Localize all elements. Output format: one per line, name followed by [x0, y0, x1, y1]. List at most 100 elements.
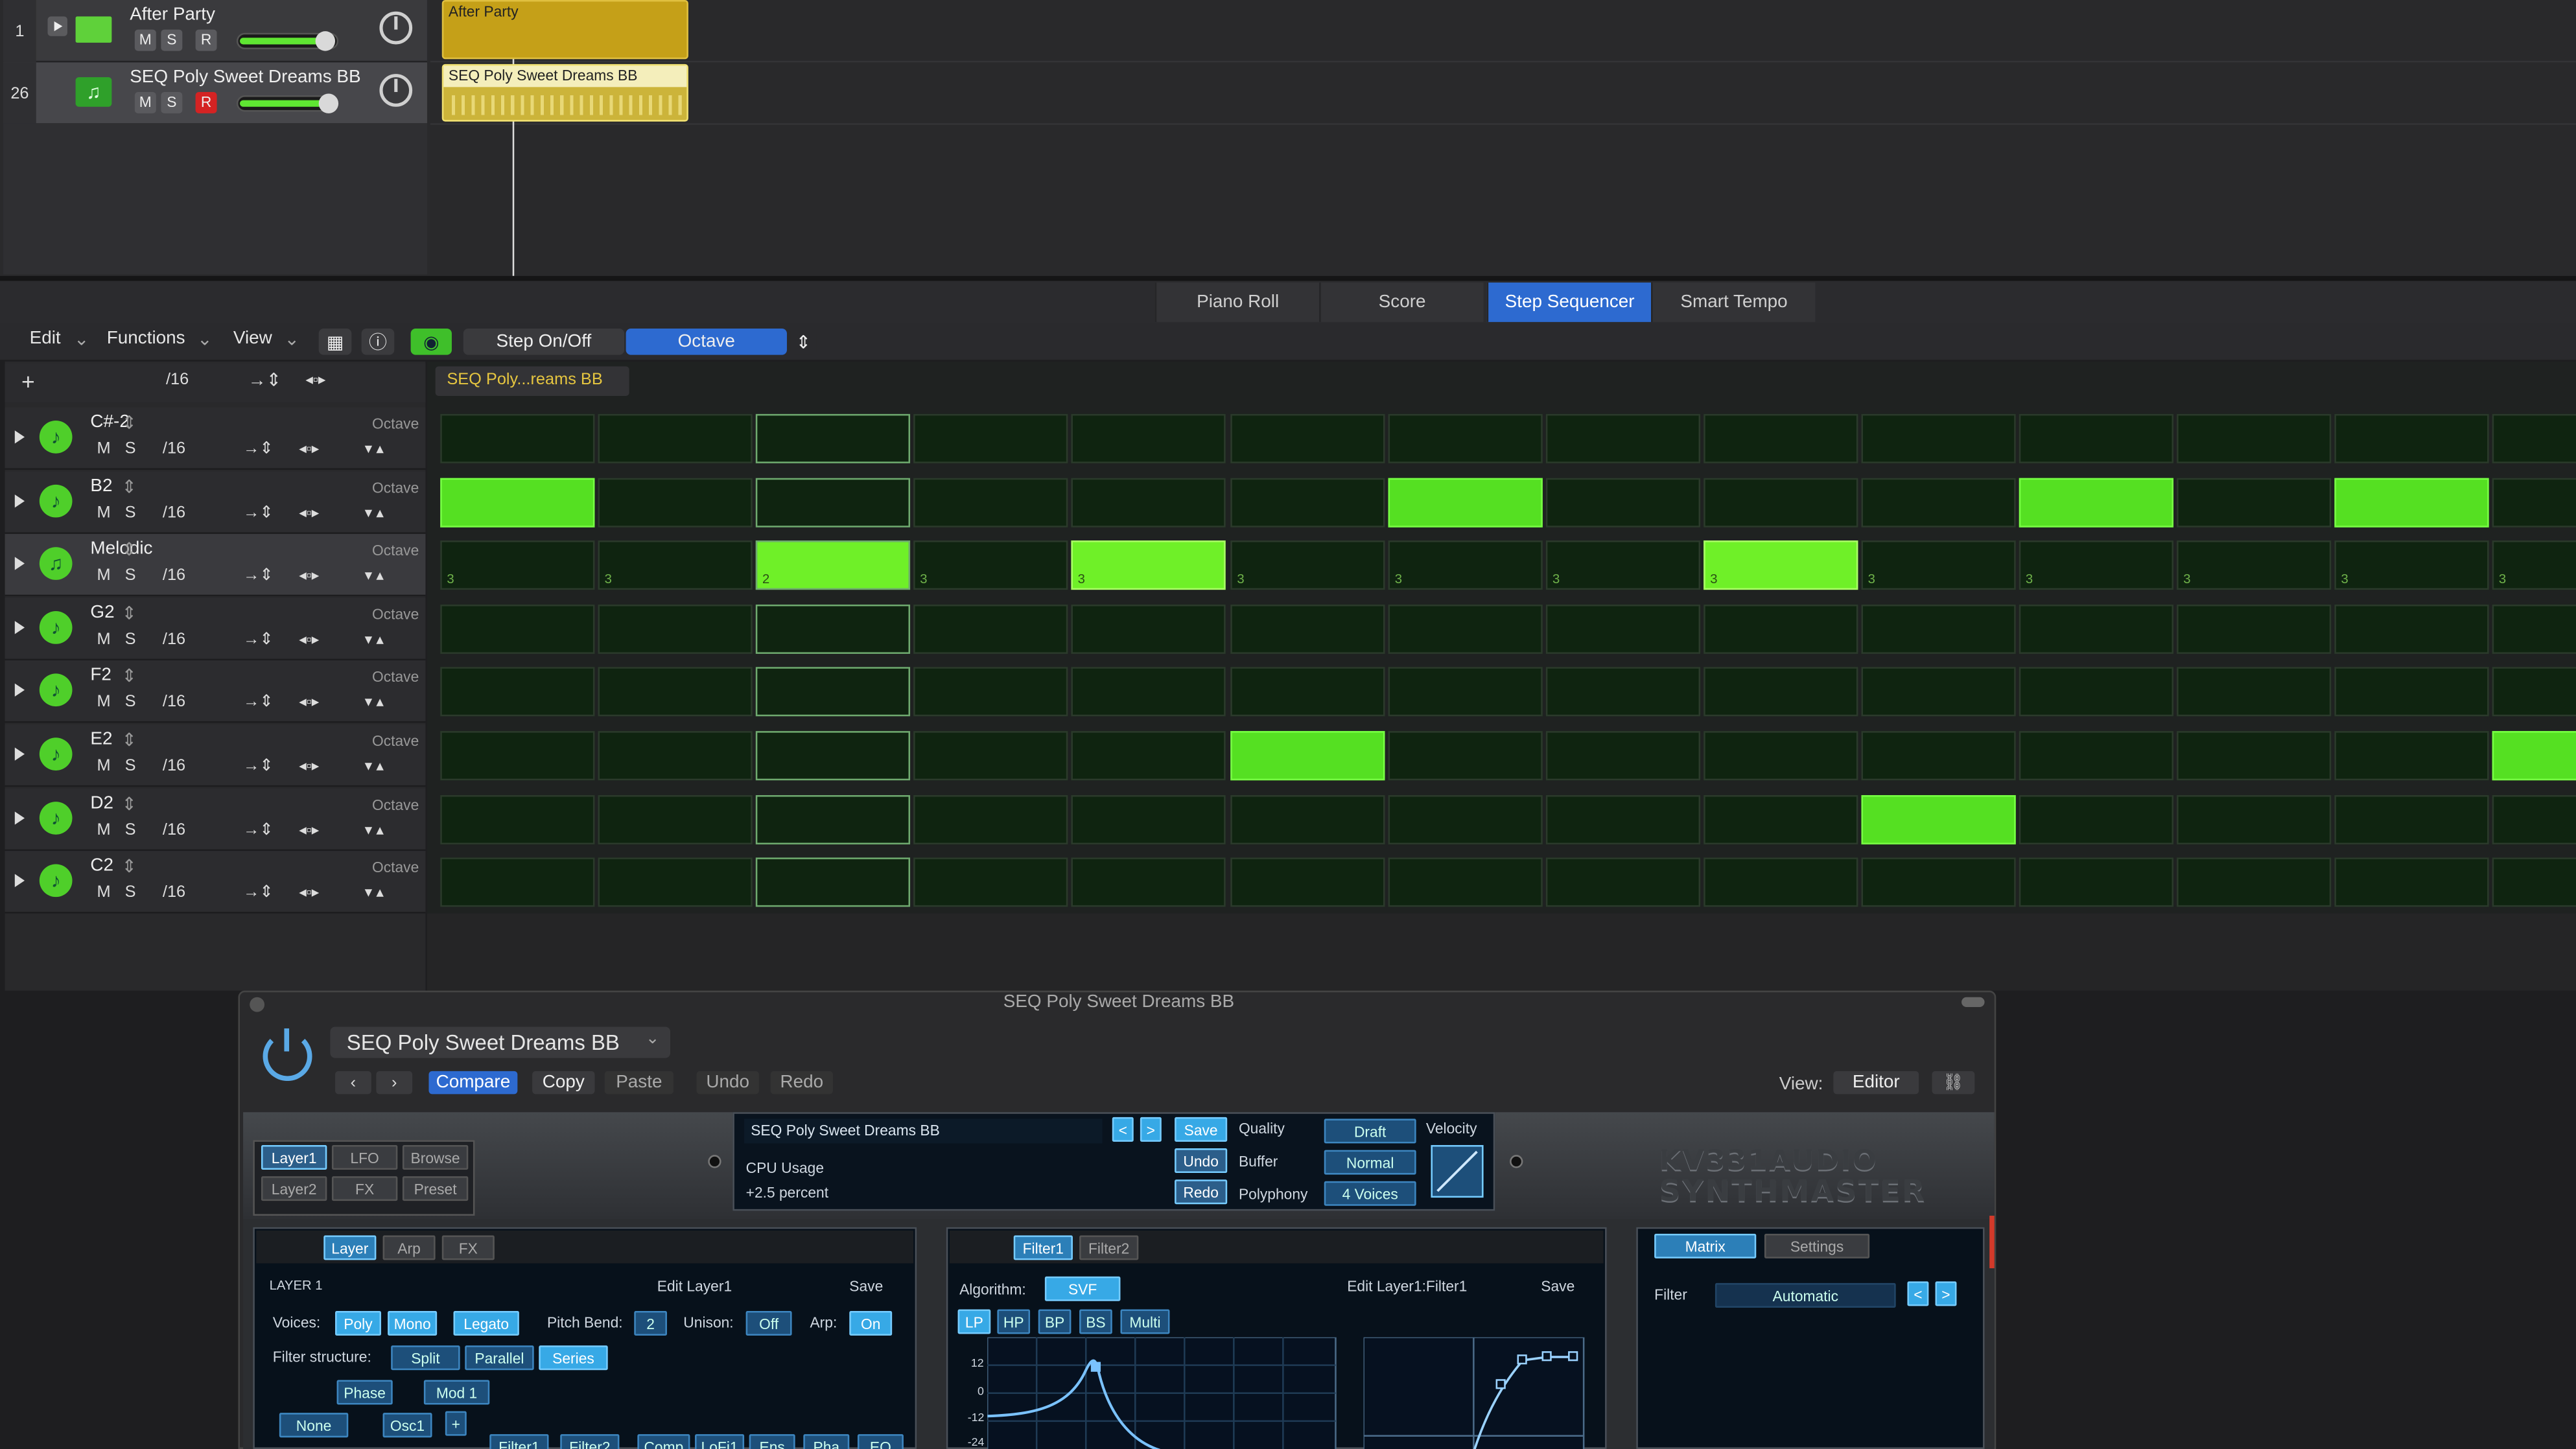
redo-button[interactable]: Redo [770, 1071, 833, 1095]
sequencer-row[interactable]: ♪ C2 ⇕ Octave M S/16 →⇕ ◂▫▸ ▾ ▴ [5, 851, 426, 914]
step-cell[interactable]: 3 [1388, 540, 1543, 590]
tab-step-sequencer[interactable]: Step Sequencer [1486, 283, 1652, 322]
arp-value[interactable]: On [849, 1311, 893, 1336]
step-cell[interactable]: 3 [2177, 540, 2332, 590]
step-cell[interactable] [1071, 731, 1226, 781]
edit-menu[interactable]: Edit [30, 329, 61, 348]
step-cell[interactable] [755, 604, 911, 654]
step-cell[interactable] [1071, 604, 1226, 654]
length-icon[interactable]: ▾ ▴ [365, 567, 384, 585]
stepper-icon[interactable]: ⇕ [122, 476, 137, 498]
routing-filter2[interactable]: Filter2 [560, 1434, 620, 1449]
step-cell[interactable] [1861, 604, 2016, 654]
velocity-curve-icon[interactable] [1431, 1144, 1484, 1198]
step-cell[interactable] [440, 604, 595, 654]
step-cell[interactable] [1545, 857, 1701, 907]
synth-save-button[interactable]: Save [1175, 1117, 1228, 1142]
routing-comp[interactable]: Comp [637, 1434, 690, 1449]
step-cell[interactable] [2492, 413, 2576, 463]
stepper-icon[interactable]: ⇕ [122, 666, 137, 686]
music-note-icon[interactable]: ♫ [39, 547, 73, 580]
step-cell[interactable] [1071, 478, 1226, 527]
tab-layer[interactable]: Layer [323, 1235, 377, 1260]
step-cell[interactable] [755, 731, 911, 781]
step-cell[interactable] [1388, 604, 1543, 654]
routing-ens[interactable]: Ens [749, 1434, 795, 1449]
nav-preset[interactable]: Preset [402, 1176, 469, 1201]
direction-icon[interactable]: →⇕ [243, 567, 274, 585]
step-cell[interactable] [2492, 857, 2576, 907]
sequencer-row[interactable]: ♪ B2 ⇕ Octave M S/16 →⇕ ◂▫▸ ▾ ▴ [5, 471, 426, 534]
track-header-1[interactable]: 1 After Party M S R [3, 0, 427, 63]
routing-osc1[interactable]: Osc1 [382, 1413, 432, 1438]
routing-filter1[interactable]: Filter1 [489, 1434, 549, 1449]
step-cell[interactable] [440, 667, 595, 717]
tab-settings[interactable]: Settings [1764, 1233, 1870, 1258]
piano-icon[interactable]: ▦ [318, 329, 352, 355]
filter-lp[interactable]: LP [957, 1309, 991, 1334]
step-cell[interactable] [755, 478, 911, 527]
step-cell[interactable] [2019, 794, 2174, 845]
cutoff-handle[interactable] [1090, 1362, 1101, 1372]
note-icon[interactable]: ♪ [39, 737, 73, 771]
step-cell[interactable] [440, 731, 595, 781]
region-after-party[interactable]: After Party [441, 0, 688, 60]
row-rate[interactable]: /16 [163, 631, 185, 649]
step-cell[interactable] [1230, 857, 1385, 907]
loop-icon[interactable]: ◂▫▸ [299, 693, 319, 712]
arrange-area[interactable] [430, 0, 2576, 276]
view-menu[interactable]: View [233, 329, 272, 348]
step-cell[interactable] [913, 731, 1068, 781]
step-cell[interactable] [1388, 667, 1543, 717]
step-cell[interactable] [1545, 731, 1701, 781]
tab-filter1[interactable]: Filter1 [1013, 1235, 1073, 1260]
synth-redo-button[interactable]: Redo [1175, 1179, 1228, 1205]
step-cell[interactable] [755, 794, 911, 845]
unison-value[interactable]: Off [745, 1311, 792, 1336]
step-cell[interactable] [2019, 604, 2174, 654]
step-cell[interactable] [2019, 413, 2174, 463]
step-cell[interactable] [1861, 667, 2016, 717]
next-icon[interactable]: > [1140, 1117, 1162, 1142]
volume-knob[interactable] [315, 31, 336, 51]
step-cell[interactable] [2334, 857, 2489, 907]
step-cell[interactable] [2334, 731, 2489, 781]
tab-arp[interactable]: Arp [382, 1235, 436, 1260]
step-cell[interactable] [913, 604, 1068, 654]
disclosure-triangle-icon[interactable] [14, 557, 25, 570]
step-cell[interactable] [598, 604, 753, 654]
pitch-bend-value[interactable]: 2 [634, 1311, 667, 1336]
stepper-icon[interactable]: ⇕ [122, 539, 137, 560]
filter-split[interactable]: Split [391, 1345, 460, 1371]
solo-button[interactable]: S [125, 504, 136, 522]
next-preset-icon[interactable]: › [376, 1071, 413, 1095]
loop-icon[interactable]: ◂▫▸ [299, 504, 319, 522]
filter-parallel[interactable]: Parallel [465, 1345, 534, 1371]
step-cell[interactable] [598, 857, 753, 907]
solo-button[interactable]: S [161, 91, 183, 113]
record-button[interactable]: R [195, 91, 217, 113]
step-cell[interactable] [2177, 604, 2332, 654]
filter-bs[interactable]: BS [1079, 1309, 1112, 1334]
step-cell[interactable] [2177, 857, 2332, 907]
mute-button[interactable]: M [97, 631, 111, 649]
sequencer-row[interactable]: ♫ Melodic ⇕ Octave M S/16 →⇕ ◂▫▸ ▾ ▴ [5, 533, 426, 597]
step-cell[interactable] [1704, 794, 1858, 845]
nav-layer1[interactable]: Layer1 [261, 1144, 327, 1170]
step-cell[interactable] [2492, 667, 2576, 717]
step-cell[interactable]: 3 [2019, 540, 2174, 590]
step-cell[interactable] [2492, 604, 2576, 654]
note-icon[interactable]: ♪ [39, 864, 73, 898]
nav-fx[interactable]: FX [331, 1176, 398, 1201]
filter-save[interactable]: Save [1541, 1278, 1575, 1294]
step-cell[interactable] [2177, 478, 2332, 527]
quality-selector[interactable]: Draft [1324, 1119, 1416, 1144]
step-cell[interactable] [1861, 857, 2016, 907]
solo-button[interactable]: S [125, 631, 136, 649]
step-cell[interactable] [1704, 604, 1858, 654]
step-cell[interactable] [1230, 667, 1385, 717]
track-header-26[interactable]: 26 ♫ SEQ Poly Sweet Dreams BB M S R [3, 62, 427, 125]
length-icon[interactable]: ▾ ▴ [365, 693, 384, 712]
row-rate[interactable]: /16 [163, 440, 185, 458]
row-rate[interactable]: /16 [163, 822, 185, 840]
